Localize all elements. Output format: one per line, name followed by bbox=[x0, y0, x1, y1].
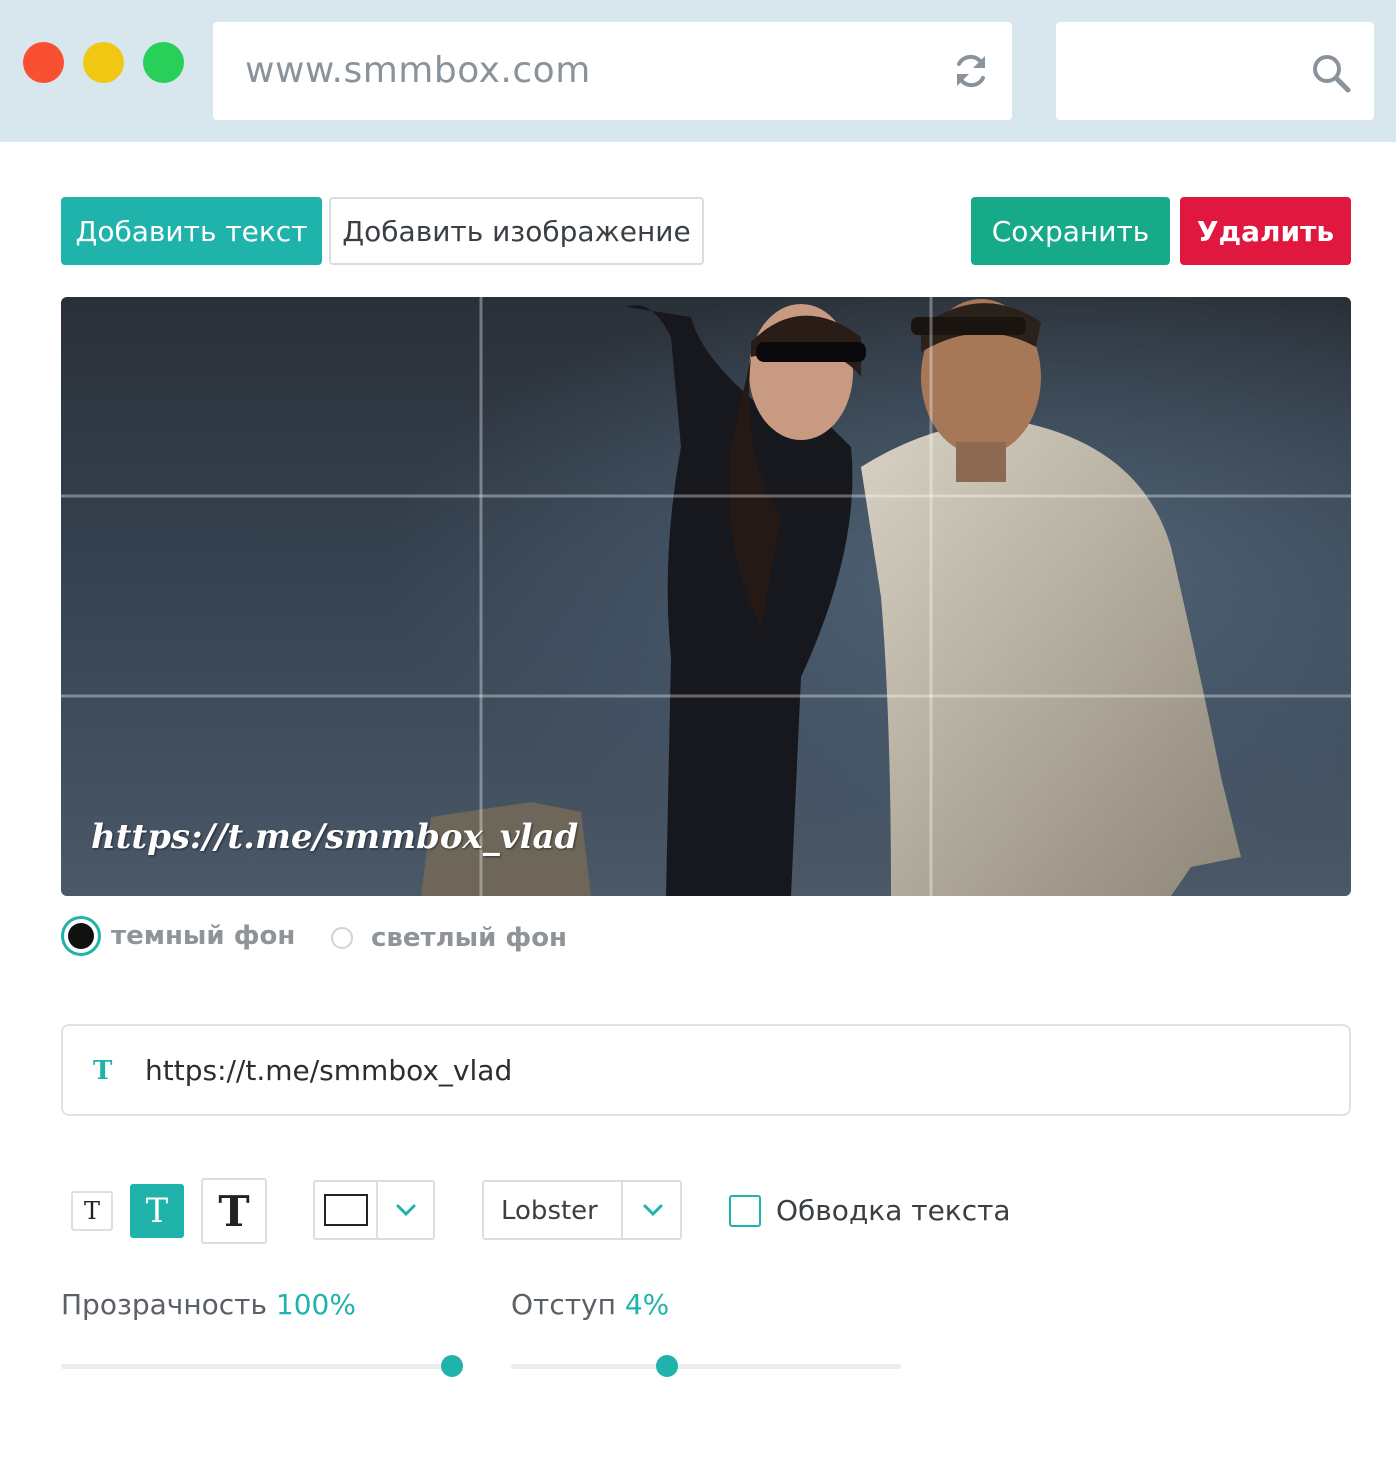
text-size-small-button[interactable]: T bbox=[71, 1191, 113, 1231]
search-icon[interactable] bbox=[1310, 52, 1352, 94]
close-window-button[interactable] bbox=[23, 42, 64, 83]
chevron-down-icon bbox=[396, 1204, 416, 1216]
radio-unselected-indicator bbox=[331, 927, 353, 949]
browser-search-box[interactable] bbox=[1056, 22, 1374, 120]
text-outline-label: Обводка текста bbox=[776, 1194, 1011, 1227]
radio-light-background[interactable]: светлый фон bbox=[322, 916, 567, 960]
padding-slider-thumb[interactable] bbox=[656, 1355, 678, 1377]
color-swatch bbox=[324, 1194, 368, 1226]
padding-slider[interactable] bbox=[511, 1355, 901, 1377]
save-button[interactable]: Сохранить bbox=[971, 197, 1170, 265]
font-dropdown[interactable]: Lobster bbox=[482, 1180, 682, 1240]
opacity-label: Прозрачность 100% bbox=[61, 1288, 356, 1321]
text-color-dropdown[interactable] bbox=[313, 1180, 435, 1240]
overlay-text-value: https://t.me/smmbox_vlad bbox=[145, 1054, 513, 1087]
browser-chrome: www.smmbox.com bbox=[0, 0, 1396, 142]
add-image-button[interactable]: Добавить изображение bbox=[329, 197, 704, 265]
radio-dark-background[interactable]: темный фон bbox=[61, 916, 295, 956]
radio-light-label: светлый фон bbox=[371, 923, 568, 953]
text-cursor-icon: T bbox=[93, 1056, 113, 1086]
overlay-text-input[interactable]: T https://t.me/smmbox_vlad bbox=[61, 1024, 1351, 1116]
radio-selected-indicator bbox=[61, 916, 101, 956]
delete-button[interactable]: Удалить bbox=[1180, 197, 1351, 265]
add-text-button[interactable]: Добавить текст bbox=[61, 197, 322, 265]
image-canvas[interactable]: https://t.me/smmbox_vlad bbox=[61, 297, 1351, 896]
minimize-window-button[interactable] bbox=[83, 42, 124, 83]
opacity-value: 100% bbox=[275, 1288, 356, 1321]
opacity-slider-thumb[interactable] bbox=[440, 1355, 463, 1377]
address-bar-url: www.smmbox.com bbox=[245, 50, 591, 91]
font-dropdown-value: Lobster bbox=[501, 1196, 598, 1226]
text-size-large-button[interactable]: T bbox=[201, 1178, 267, 1244]
padding-value: 4% bbox=[624, 1288, 670, 1321]
text-outline-checkbox[interactable] bbox=[729, 1195, 761, 1227]
maximize-window-button[interactable] bbox=[143, 42, 184, 83]
radio-dark-label: темный фон bbox=[111, 921, 296, 951]
address-bar[interactable]: www.smmbox.com bbox=[213, 22, 1012, 120]
text-size-medium-button[interactable]: T bbox=[130, 1184, 184, 1238]
opacity-slider[interactable] bbox=[61, 1355, 463, 1377]
canvas-overlay-text[interactable]: https://t.me/smmbox_vlad bbox=[91, 817, 578, 857]
photo bbox=[61, 297, 1351, 896]
padding-label: Отступ 4% bbox=[511, 1288, 670, 1321]
chevron-down-icon bbox=[643, 1204, 663, 1216]
reload-icon[interactable] bbox=[950, 50, 992, 92]
